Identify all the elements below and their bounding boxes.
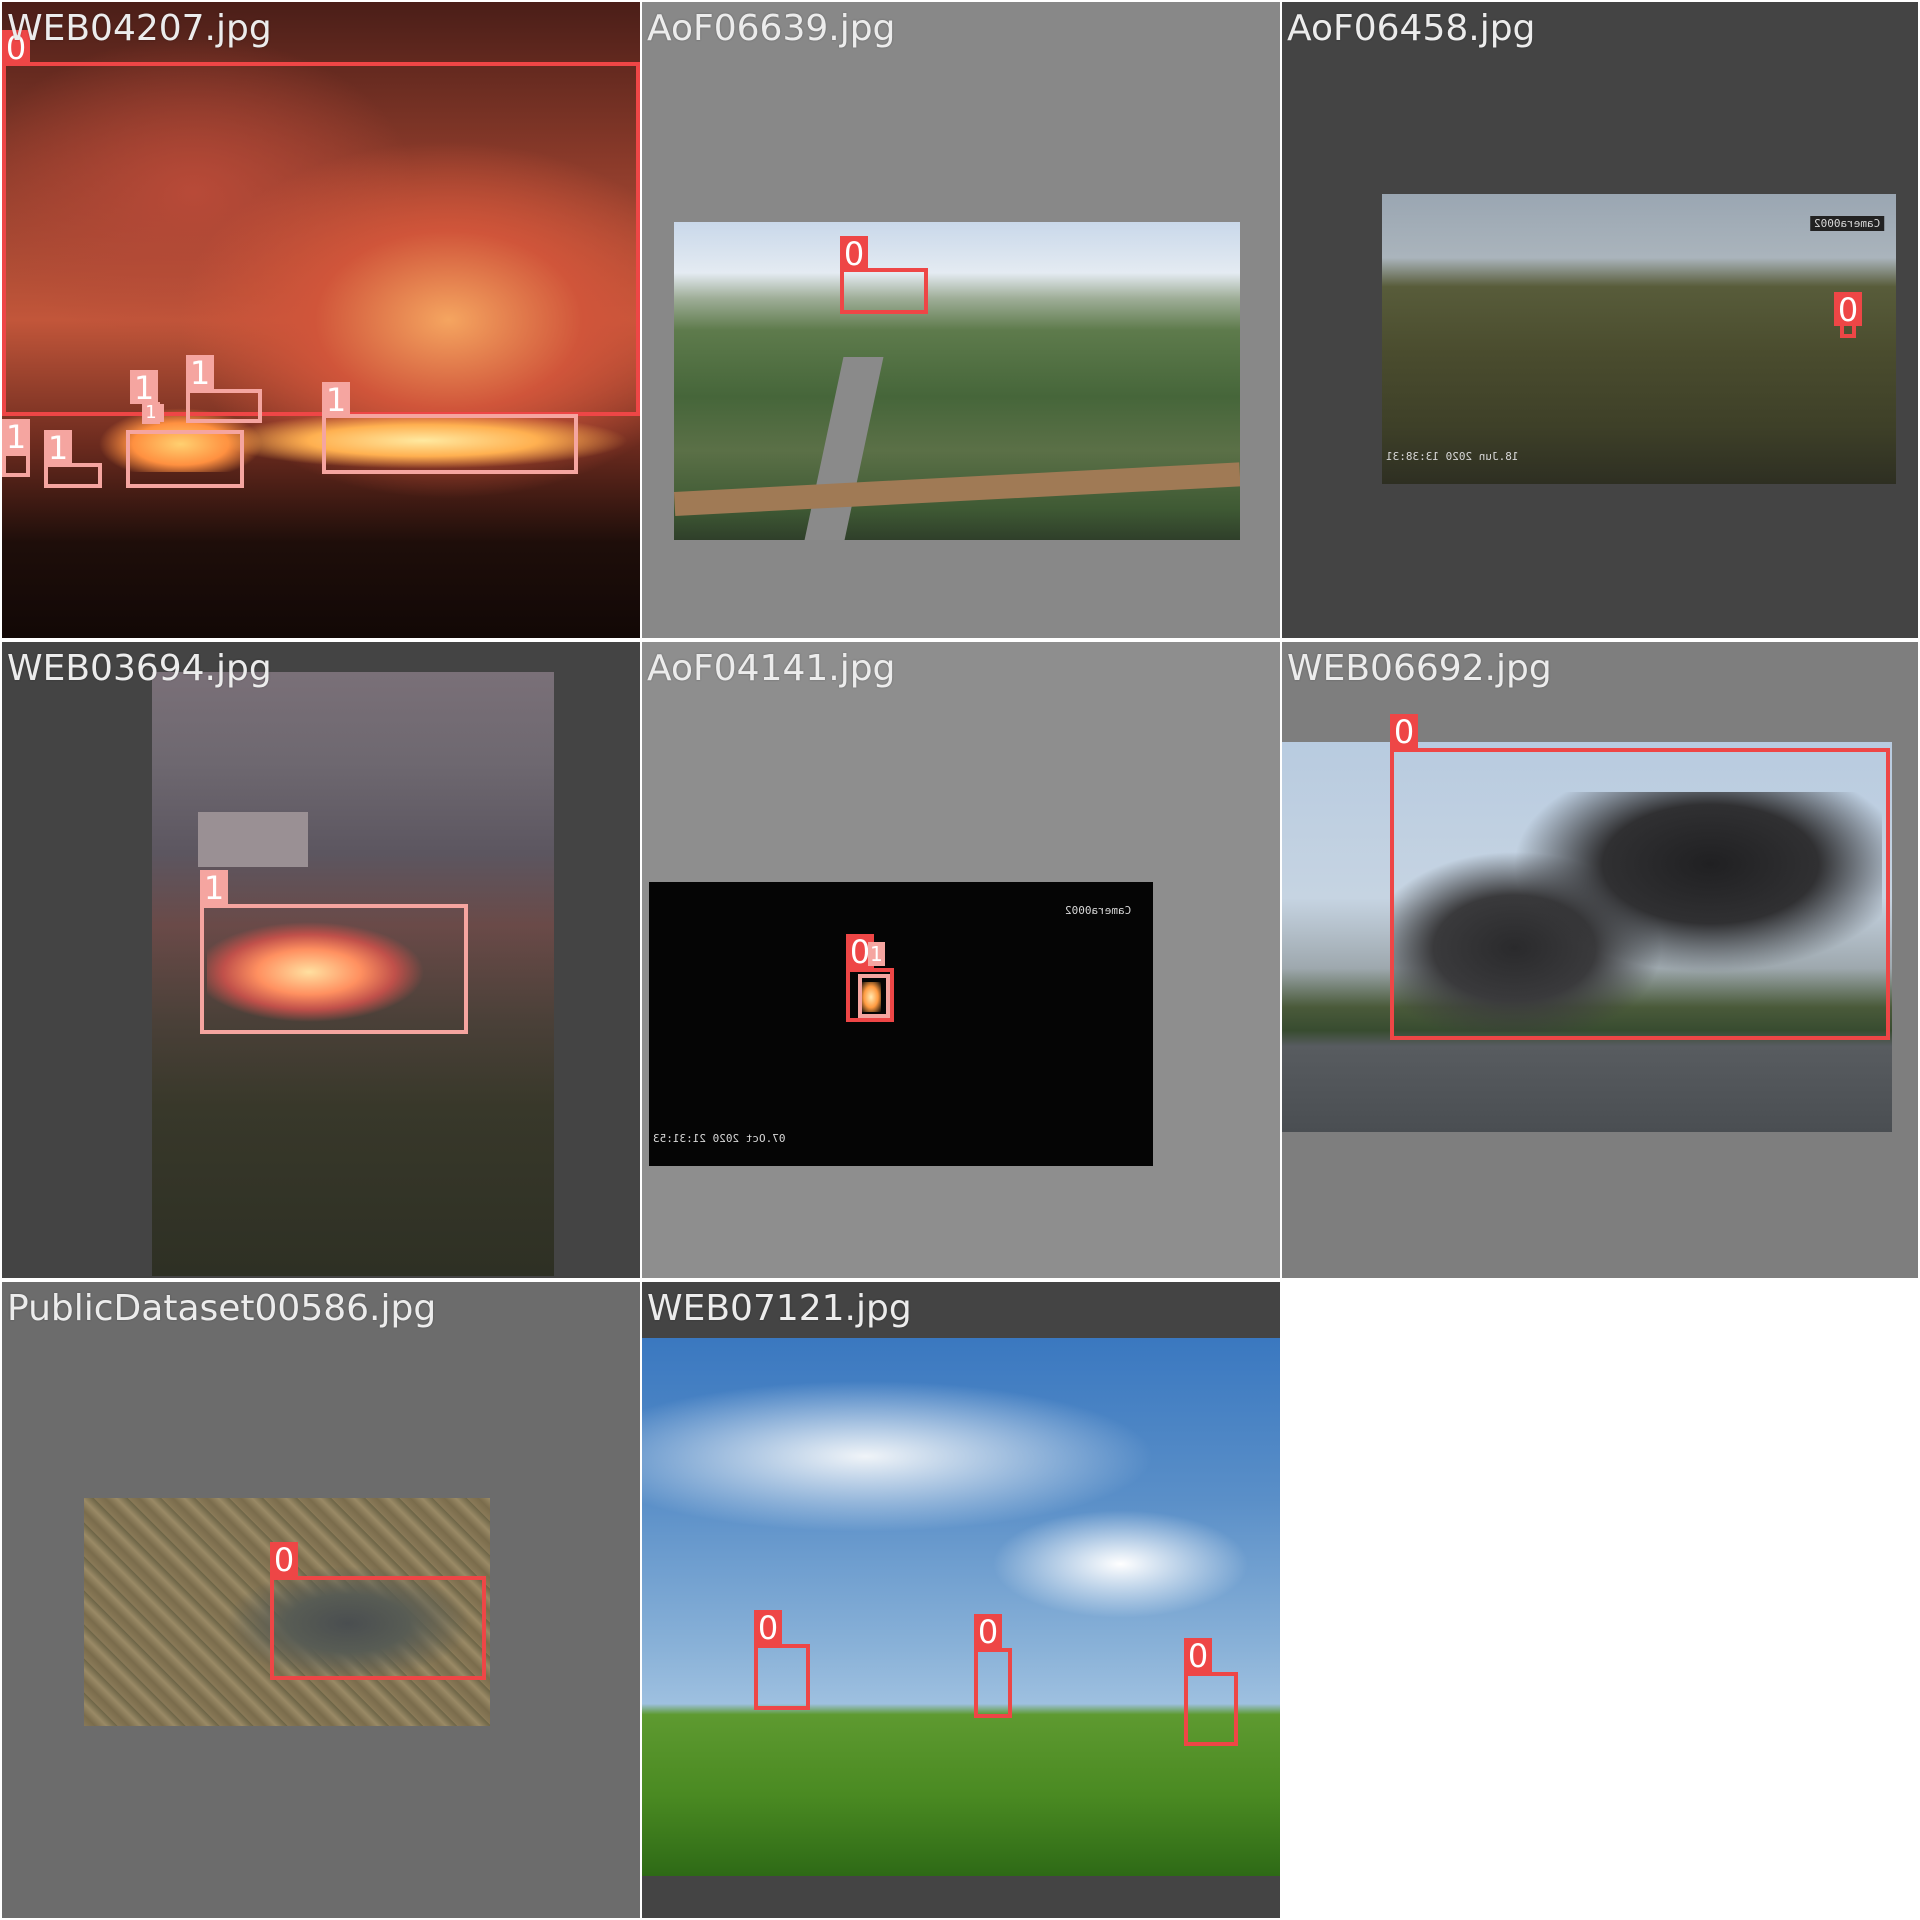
class-label: 1 — [130, 370, 158, 406]
tile-filename: AoF06458.jpg — [1287, 8, 1536, 49]
class-label: 0 — [754, 1610, 782, 1646]
smoke-bbox — [974, 1648, 1012, 1718]
house — [198, 812, 308, 867]
class-label: 1 — [186, 355, 214, 391]
smoke-bbox — [270, 1576, 486, 1680]
photo-night-scene: Camera0002 07.Oct 2020 21:31:53 — [649, 882, 1153, 1166]
class-label: 1 — [2, 419, 30, 455]
class-label: 1 — [868, 942, 885, 966]
photo-dark-hill: Camera0002 18.Jun 2020 13:38:31 — [1382, 194, 1896, 484]
tile-web07121[interactable]: WEB07121.jpg 0 0 0 — [642, 1282, 1280, 1918]
fire-bbox — [322, 414, 578, 474]
class-label: 0 — [1184, 1638, 1212, 1674]
fire-bbox — [126, 430, 244, 488]
smoke-bbox — [1184, 1672, 1238, 1746]
tile-filename: WEB06692.jpg — [1287, 648, 1552, 689]
photo-hillside-city — [674, 222, 1240, 540]
road — [804, 357, 884, 540]
class-label: 0 — [974, 1614, 1002, 1650]
class-label: 0 — [840, 236, 868, 272]
railing — [674, 462, 1240, 516]
fire-bbox — [200, 904, 468, 1034]
fire-bbox — [858, 974, 890, 1018]
class-label: 0 — [1834, 292, 1862, 328]
camera-overlay: Camera0002 — [1809, 216, 1884, 231]
class-label: 1 — [322, 382, 350, 418]
class-label: 1 — [200, 870, 228, 906]
tile-filename: AoF04141.jpg — [647, 648, 896, 689]
tile-filename: PublicDataset00586.jpg — [7, 1288, 437, 1329]
tile-aof06458[interactable]: AoF06458.jpg Camera0002 18.Jun 2020 13:3… — [1282, 2, 1918, 638]
smoke-bbox — [1390, 748, 1890, 1040]
tile-filename: WEB03694.jpg — [7, 648, 272, 689]
timestamp-overlay: 07.Oct 2020 21:31:53 — [653, 1132, 786, 1145]
timestamp-overlay: 18.Jun 2020 13:38:31 — [1386, 450, 1519, 463]
class-label: 1 — [44, 430, 72, 466]
tile-web03694[interactable]: WEB03694.jpg 1 — [2, 642, 640, 1278]
camera-overlay: Camera0002 — [1064, 904, 1131, 917]
tile-aof06639[interactable]: AoF06639.jpg 0 — [642, 2, 1280, 638]
smoke-bbox — [840, 268, 928, 314]
class-label: 0 — [1390, 714, 1418, 750]
fire-bbox — [186, 389, 262, 423]
tile-web04207[interactable]: WEB04207.jpg 0 1 1 1 1 1 1 — [2, 2, 640, 638]
class-label: 1 — [142, 402, 160, 424]
tile-filename: WEB04207.jpg — [7, 8, 272, 49]
smoke-bbox — [2, 62, 640, 416]
tile-publicdataset00586[interactable]: PublicDataset00586.jpg 0 — [2, 1282, 640, 1918]
smoke-bbox — [754, 1644, 810, 1710]
class-label: 0 — [270, 1542, 298, 1578]
tile-filename: AoF06639.jpg — [647, 8, 896, 49]
tile-aof04141[interactable]: AoF04141.jpg Camera0002 07.Oct 2020 21:3… — [642, 642, 1280, 1278]
tile-web06692[interactable]: WEB06692.jpg 0 — [1282, 642, 1918, 1278]
photo-field-sky — [642, 1338, 1280, 1876]
tile-filename: WEB07121.jpg — [647, 1288, 912, 1329]
